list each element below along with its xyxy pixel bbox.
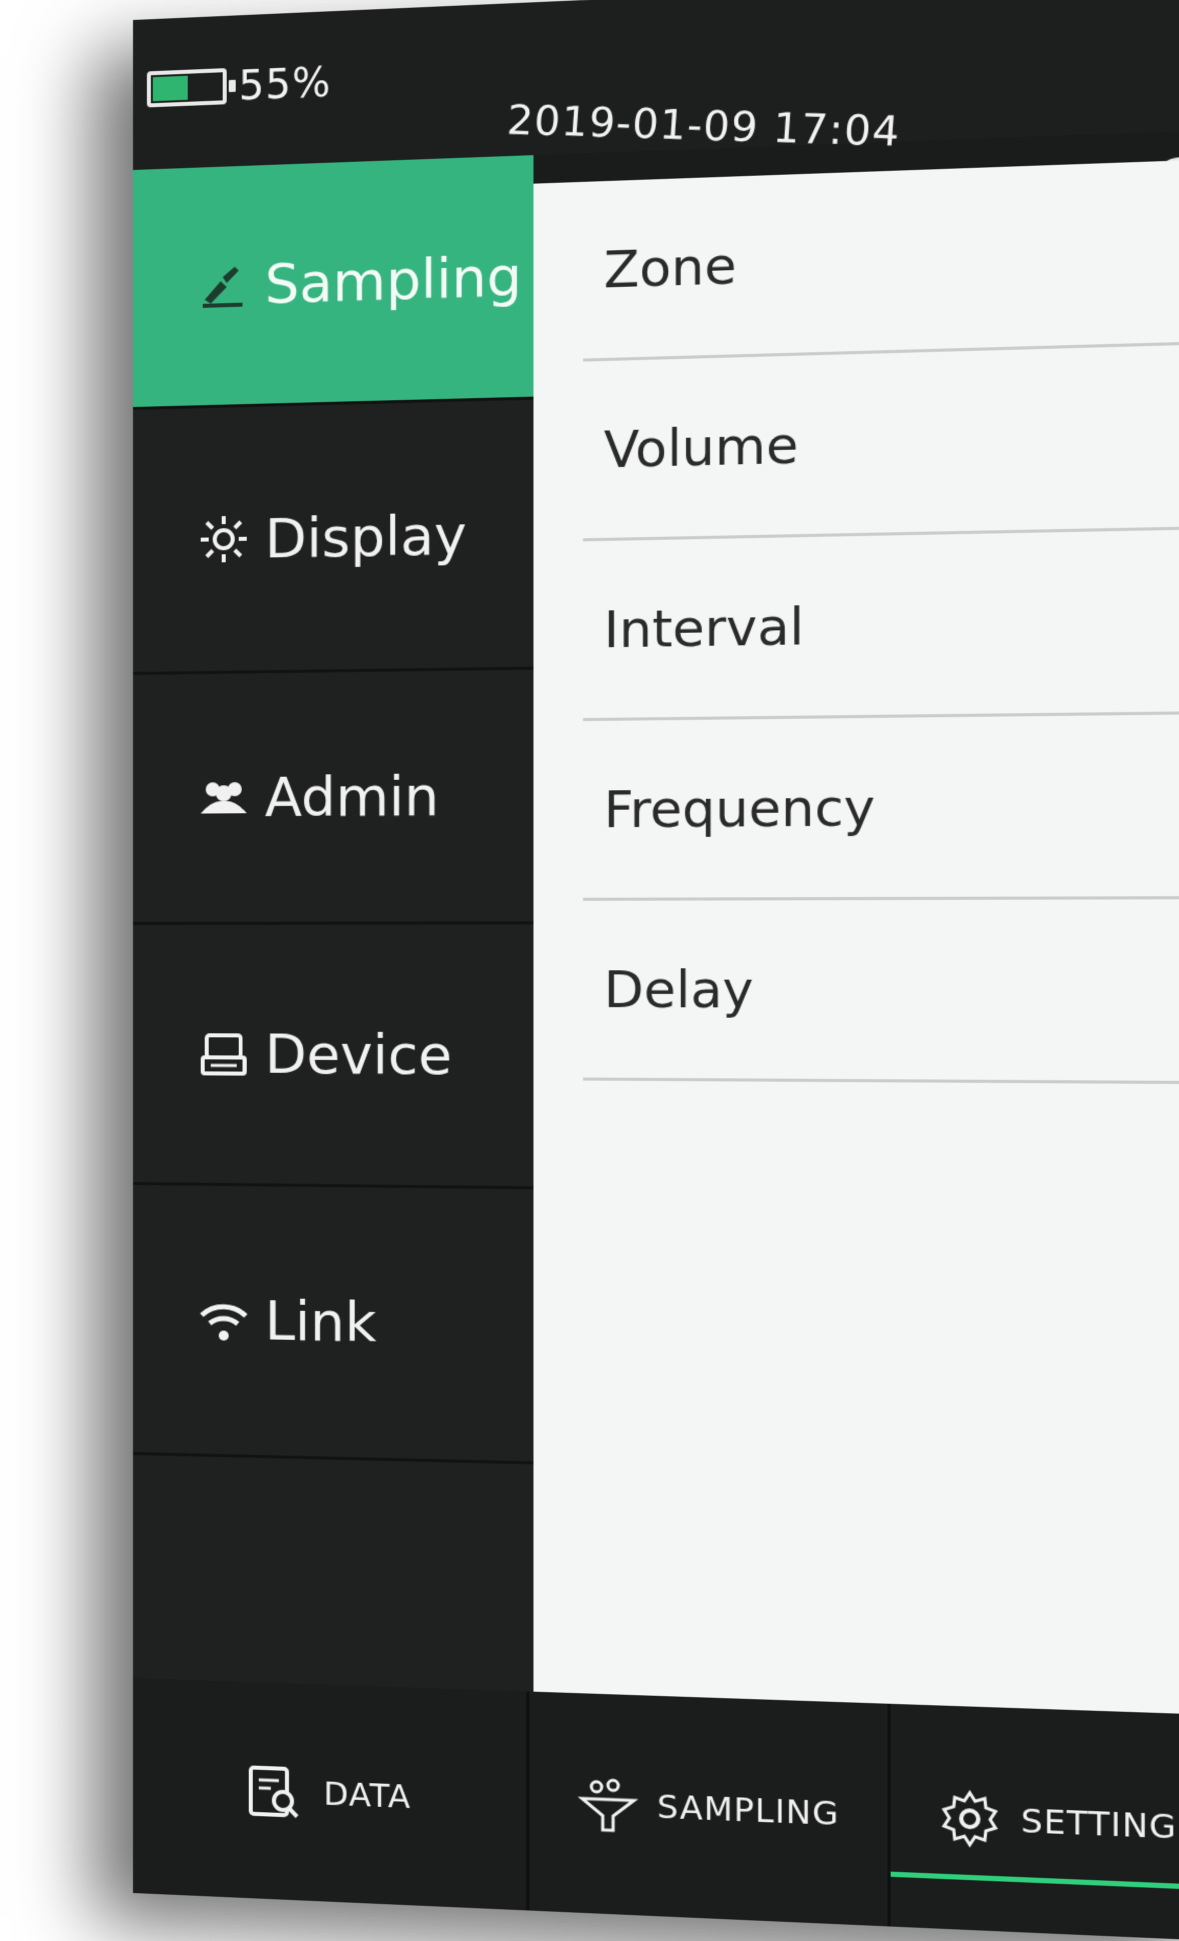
setting-label: Delay <box>604 960 754 1020</box>
sampling-funnel-icon <box>576 1771 640 1837</box>
sidebar-item-link[interactable]: Link <box>133 1185 533 1464</box>
sidebar-item-admin[interactable]: Admin <box>133 670 533 925</box>
setting-label: Zone <box>604 236 737 300</box>
sidebar-item-label: Device <box>265 1022 452 1087</box>
tab-label: SAMPLING <box>657 1787 840 1833</box>
sidebar-menu: Sampling Display Admin Device Link <box>133 155 533 1716</box>
tab-sampling[interactable]: SAMPLING <box>529 1692 890 1927</box>
setting-label: Volume <box>604 415 799 479</box>
tab-data[interactable]: DATA <box>133 1678 529 1911</box>
wifi-icon <box>197 1293 251 1348</box>
tab-label: DATA <box>324 1774 412 1816</box>
sidebar-item-label: Admin <box>265 764 439 829</box>
battery-percentage: 55% <box>239 60 332 110</box>
sampling-icon <box>197 258 251 314</box>
device-icon <box>197 1027 251 1081</box>
setting-label: Interval <box>604 596 804 659</box>
sidebar-item-label: Display <box>265 502 467 570</box>
active-tab-indicator <box>891 1872 1179 1891</box>
gear-icon <box>937 1785 1004 1852</box>
sidebar-item-sampling[interactable]: Sampling <box>133 155 533 410</box>
tab-label: SETTING <box>1021 1800 1178 1846</box>
setting-label: Frequency <box>604 777 875 839</box>
data-search-icon <box>245 1759 307 1824</box>
setting-row-interval[interactable]: Interval <box>583 530 1179 721</box>
settings-panel: Zone Volume Interval Frequency Delay <box>533 159 1179 1724</box>
brightness-icon <box>197 512 251 567</box>
sidebar-item-label: Sampling <box>265 244 522 316</box>
setting-row-frequency[interactable]: Frequency <box>583 714 1179 900</box>
setting-row-zone[interactable]: Zone <box>583 160 1179 362</box>
tab-setting[interactable]: SETTING <box>891 1704 1179 1941</box>
device-screen: 55% 2019-01-09 17:04 Sampling Display <box>133 0 1179 1941</box>
setting-row-delay[interactable]: Delay <box>583 899 1179 1084</box>
sidebar-item-display[interactable]: Display <box>133 400 533 675</box>
setting-row-volume[interactable]: Volume <box>583 345 1179 541</box>
sidebar-item-label: Link <box>265 1289 377 1354</box>
users-icon <box>197 770 251 825</box>
date-time: 2019-01-09 17:04 <box>505 97 901 156</box>
bottom-navigation: DATA SAMPLING SETTING <box>133 1678 1179 1941</box>
sidebar-item-device[interactable]: Device <box>133 924 533 1189</box>
battery-icon <box>147 68 237 112</box>
status-bar: 55% 2019-01-09 17:04 <box>133 0 1179 170</box>
